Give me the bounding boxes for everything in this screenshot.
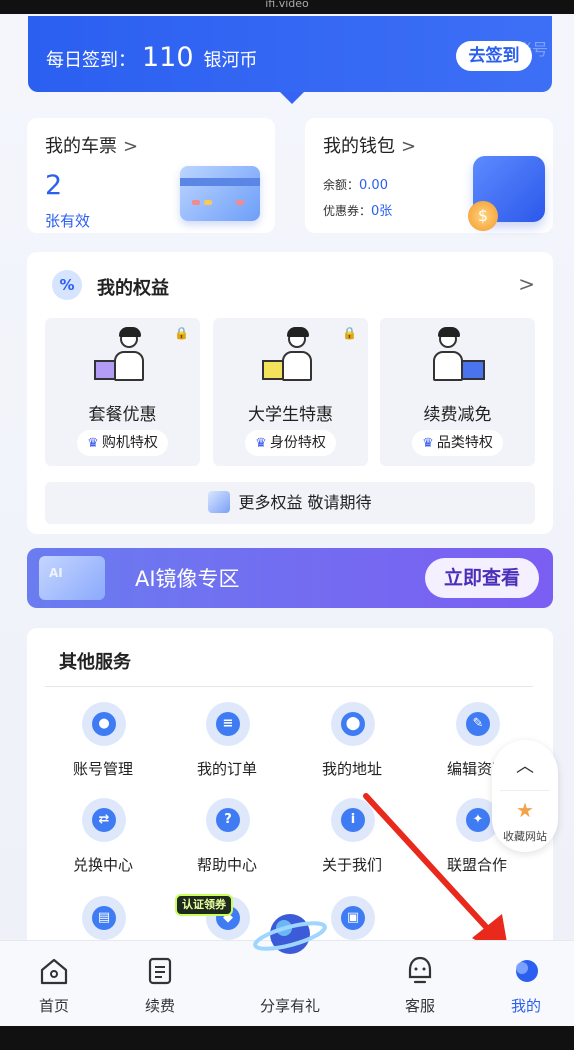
support-icon: [408, 956, 432, 984]
service-id-verify[interactable]: ▤: [53, 896, 153, 940]
more-benefits-banner: 更多权益 敬请期待: [45, 482, 535, 524]
person-illustration-icon: [425, 326, 491, 386]
view-now-button[interactable]: 立即查看: [425, 558, 539, 598]
help-icon: ?: [206, 798, 250, 842]
wallet-coupons: 优惠券：0张: [323, 204, 393, 219]
ticket-count: 2: [45, 170, 63, 201]
tickets-title: 我的车票 >: [45, 136, 139, 157]
daily-checkin-banner: 每日签到：110银河币 绑定账号 去签到: [28, 16, 552, 104]
ai-banner-label: AI镜像专区: [135, 567, 240, 591]
ticket-status: 张有效: [45, 212, 91, 230]
service-account-management[interactable]: ● 账号管理: [53, 702, 153, 792]
checkin-label: 每日签到：: [46, 50, 136, 71]
service-help-center[interactable]: ? 帮助中心: [177, 798, 277, 888]
crown-icon: ♛: [87, 436, 99, 451]
browser-status-bar: ifi.video: [0, 0, 574, 14]
checkin-text: 每日签到： 110 银河币: [46, 42, 258, 73]
benefit-student-discount[interactable]: 🔒 大学生特惠 ♛ 身份特权: [213, 318, 368, 466]
wallet-title: 我的钱包 >: [323, 136, 417, 157]
location-pin-icon: ⬤: [331, 702, 375, 746]
benefits-title: 我的权益: [97, 278, 169, 299]
edit-document-icon: ✎: [456, 702, 500, 746]
benefit-name: 大学生特惠: [248, 405, 333, 425]
home-icon: [40, 958, 68, 985]
services-title: 其他服务: [59, 652, 131, 673]
url-text: ifi.video: [265, 0, 309, 10]
crown-icon: ♛: [422, 436, 434, 451]
ai-mirror-banner[interactable]: AI AI镜像专区 立即查看: [27, 548, 553, 608]
benefit-tag: ♛ 品类特权: [412, 430, 503, 456]
exchange-icon: ⇄: [82, 798, 126, 842]
benefits-chevron-icon[interactable]: >: [518, 272, 535, 296]
chevron-right-icon: >: [123, 136, 139, 157]
ai-computer-icon: AI: [39, 556, 105, 600]
lock-icon: 🔒: [342, 326, 357, 340]
renew-icon: [148, 957, 172, 985]
chevron-right-icon: >: [401, 136, 417, 157]
tab-support[interactable]: 客服: [380, 941, 460, 1027]
clipboard-icon: ≡: [206, 702, 250, 746]
service-exchange-center[interactable]: ⇄ 兑换中心: [53, 798, 153, 888]
benefit-name: 套餐优惠: [88, 405, 157, 425]
my-benefits-card: % 我的权益 > 🔒 套餐优惠 ♛ 购机特权 🔒 大学生特惠 ♛ 身份特权 续费减免…: [27, 252, 553, 534]
checkin-unit: 银河币: [203, 50, 258, 71]
tab-renew[interactable]: 续费: [120, 941, 200, 1027]
benefit-renewal-discount[interactable]: 续费减免 ♛ 品类特权: [380, 318, 535, 466]
benefit-package-discount[interactable]: 🔒 套餐优惠 ♛ 购机特权: [45, 318, 200, 466]
profile-icon: [516, 960, 538, 982]
planet-icon[interactable]: [250, 900, 330, 966]
gift-card-icon: [208, 491, 231, 513]
person-illustration-icon: [258, 326, 324, 386]
my-tickets-card[interactable]: 我的车票 > 2 张有效: [27, 118, 275, 233]
service-my-orders[interactable]: ≡ 我的订单: [177, 702, 277, 792]
scroll-top-icon[interactable]: ︿: [492, 752, 558, 778]
benefit-tag: ♛ 身份特权: [245, 430, 336, 456]
tab-home[interactable]: 首页: [14, 941, 94, 1027]
tab-profile[interactable]: 我的: [486, 941, 566, 1027]
service-my-address[interactable]: ⬤ 我的地址: [302, 702, 402, 792]
wallet-balance: 余额：0.00: [323, 178, 388, 193]
divider: [45, 686, 533, 687]
benefit-name: 续费减免: [423, 405, 492, 425]
lock-icon: 🔒: [174, 326, 189, 340]
checkin-button[interactable]: 去签到: [456, 41, 532, 71]
id-card-icon: ▤: [82, 896, 126, 940]
verify-coupon-badge: 认证领券: [175, 894, 233, 916]
system-nav-bar: [0, 1026, 574, 1050]
user-icon: ●: [82, 702, 126, 746]
banner-pointer: [280, 92, 304, 104]
crown-icon: ♛: [255, 436, 267, 451]
ticket-card-icon: [180, 166, 260, 221]
person-illustration-icon: [90, 326, 156, 386]
coin-icon: $: [468, 201, 498, 231]
checkin-amount: 110: [142, 42, 194, 73]
benefit-tag: ♛ 购机特权: [77, 430, 168, 456]
percent-icon: %: [52, 270, 82, 300]
my-wallet-card[interactable]: 我的钱包 > 余额：0.00 优惠券：0张 $: [305, 118, 553, 233]
